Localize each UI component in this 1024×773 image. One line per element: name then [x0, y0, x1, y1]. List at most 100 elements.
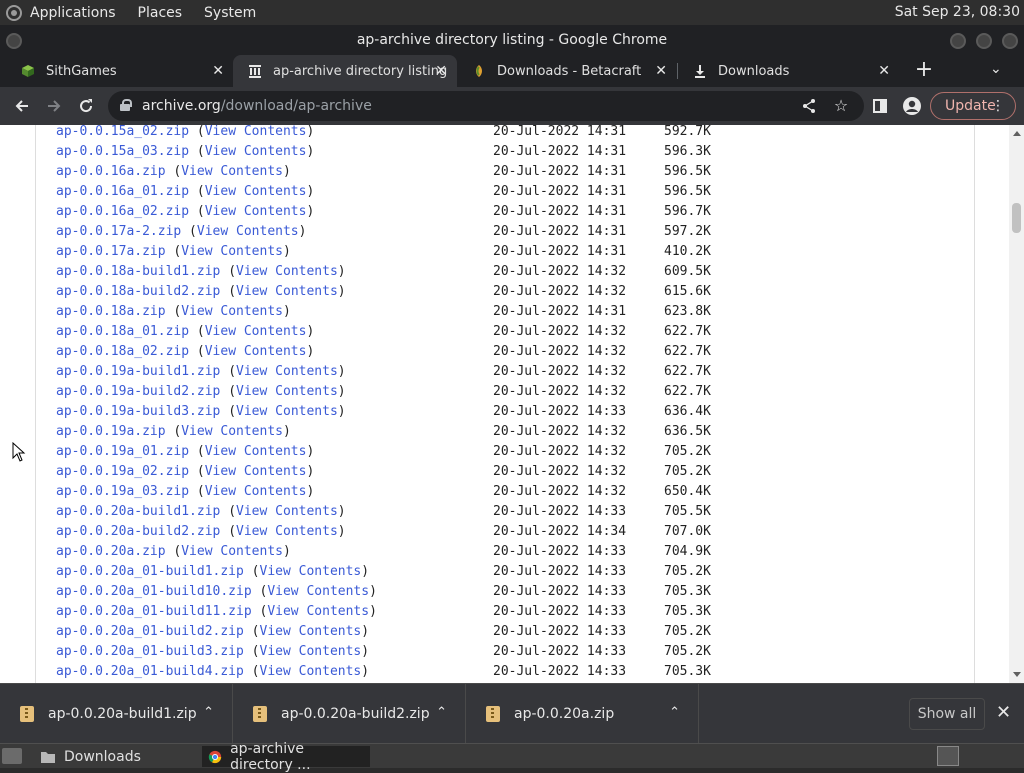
tab-betacraft[interactable]: Downloads - Betacraft ✕ [457, 55, 677, 87]
window-titlebar[interactable]: ap-archive directory listing - Google Ch… [0, 25, 1024, 55]
view-contents-link[interactable]: View Contents [205, 324, 307, 339]
scroll-up-arrow-icon[interactable] [1013, 131, 1021, 136]
clock[interactable]: Sat Sep 23, 08:30 [895, 4, 1020, 20]
close-tab-icon[interactable]: ✕ [655, 63, 667, 79]
view-contents-link[interactable]: View Contents [236, 264, 338, 279]
file-link[interactable]: ap-0.0.20a-build2.zip [56, 524, 220, 539]
view-contents-link[interactable]: View Contents [205, 125, 307, 139]
view-contents-link[interactable]: View Contents [260, 624, 362, 639]
view-contents-link[interactable]: View Contents [236, 284, 338, 299]
tab-sithgames[interactable]: SithGames ✕ [6, 55, 234, 87]
view-contents-link[interactable]: View Contents [205, 144, 307, 159]
download-item[interactable]: ap-0.0.20a.zip ⌃ [466, 684, 699, 744]
close-window-icon[interactable] [1002, 33, 1018, 49]
view-contents-link[interactable]: View Contents [260, 664, 362, 679]
close-shelf-icon[interactable]: ✕ [996, 702, 1011, 723]
file-link[interactable]: ap-0.0.17a-2.zip [56, 224, 181, 239]
file-link[interactable]: ap-0.0.15a_03.zip [56, 144, 189, 159]
file-link[interactable]: ap-0.0.19a_01.zip [56, 444, 189, 459]
view-contents-link[interactable]: View Contents [197, 224, 299, 239]
chevron-up-icon[interactable]: ⌃ [203, 705, 214, 720]
view-contents-link[interactable]: View Contents [181, 544, 283, 559]
share-icon[interactable] [798, 95, 820, 117]
file-link[interactable]: ap-0.0.16a_02.zip [56, 204, 189, 219]
file-link[interactable]: ap-0.0.19a_03.zip [56, 484, 189, 499]
file-link[interactable]: ap-0.0.16a.zip [56, 164, 166, 179]
file-link[interactable]: ap-0.0.18a-build2.zip [56, 284, 220, 299]
task-downloads[interactable]: Downloads [34, 746, 202, 767]
chevron-up-icon[interactable]: ⌃ [669, 705, 680, 720]
file-link[interactable]: ap-0.0.19a-build1.zip [56, 364, 220, 379]
file-link[interactable]: ap-0.0.20a-build1.zip [56, 504, 220, 519]
download-item[interactable]: ap-0.0.20a-build1.zip ⌃ [0, 684, 233, 744]
file-link[interactable]: ap-0.0.18a-build1.zip [56, 264, 220, 279]
view-contents-link[interactable]: View Contents [267, 584, 369, 599]
tab-search-chevron-down-icon[interactable]: ⌄ [990, 61, 1002, 77]
file-link[interactable]: ap-0.0.20a_01-build4.zip [56, 664, 244, 679]
tab-downloads[interactable]: Downloads ✕ [678, 55, 900, 87]
show-all-button[interactable]: Show all [909, 698, 985, 730]
scroll-down-arrow-icon[interactable] [1013, 672, 1021, 677]
view-contents-link[interactable]: View Contents [205, 444, 307, 459]
side-panel-icon[interactable] [869, 95, 891, 117]
file-link[interactable]: ap-0.0.18a_02.zip [56, 344, 189, 359]
view-contents-link[interactable]: View Contents [236, 404, 338, 419]
file-link[interactable]: ap-0.0.19a_02.zip [56, 464, 189, 479]
view-contents-link[interactable]: View Contents [236, 364, 338, 379]
view-contents-link[interactable]: View Contents [260, 564, 362, 579]
file-link[interactable]: ap-0.0.20a_01-build3.zip [56, 644, 244, 659]
file-link[interactable]: ap-0.0.15a_02.zip [56, 125, 189, 139]
view-contents-link[interactable]: View Contents [181, 164, 283, 179]
new-tab-plus-icon[interactable]: + [912, 59, 936, 83]
file-link[interactable]: ap-0.0.18a.zip [56, 304, 166, 319]
file-link[interactable]: ap-0.0.19a-build2.zip [56, 384, 220, 399]
distro-logo-icon[interactable] [6, 4, 22, 21]
file-link[interactable]: ap-0.0.17a.zip [56, 244, 166, 259]
file-link[interactable]: ap-0.0.19a-build3.zip [56, 404, 220, 419]
maximize-icon[interactable] [976, 33, 992, 49]
update-button[interactable]: Update ⋮ [930, 92, 1016, 120]
view-contents-link[interactable]: View Contents [205, 344, 307, 359]
bookmark-star-icon[interactable]: ☆ [830, 95, 852, 117]
file-link[interactable]: ap-0.0.20a_01-build2.zip [56, 624, 244, 639]
menu-applications[interactable]: Applications [30, 5, 116, 21]
menu-places[interactable]: Places [138, 5, 183, 21]
reload-icon[interactable] [74, 94, 98, 118]
forward-arrow-icon[interactable] [42, 94, 66, 118]
file-link[interactable]: ap-0.0.16a_01.zip [56, 184, 189, 199]
close-tab-icon[interactable]: ✕ [878, 63, 890, 79]
view-contents-link[interactable]: View Contents [260, 644, 362, 659]
view-contents-link[interactable]: View Contents [205, 484, 307, 499]
file-link[interactable]: ap-0.0.19a.zip [56, 424, 166, 439]
back-arrow-icon[interactable] [10, 94, 34, 118]
view-contents-link[interactable]: View Contents [205, 464, 307, 479]
minimize-icon[interactable] [950, 33, 966, 49]
menu-system[interactable]: System [204, 5, 256, 21]
file-link[interactable]: ap-0.0.20a_01-build10.zip [56, 584, 252, 599]
view-contents-link[interactable]: View Contents [267, 604, 369, 619]
scrollbar-thumb[interactable] [1012, 203, 1021, 233]
view-contents-link[interactable]: View Contents [181, 424, 283, 439]
tab-ap-archive[interactable]: ap-archive directory listing ✕ [233, 55, 457, 87]
view-contents-link[interactable]: View Contents [205, 184, 307, 199]
view-contents-link[interactable]: View Contents [236, 384, 338, 399]
close-tab-icon[interactable]: ✕ [212, 63, 224, 79]
file-link[interactable]: ap-0.0.18a_01.zip [56, 324, 189, 339]
view-contents-link[interactable]: View Contents [181, 244, 283, 259]
tray-chrome-icon[interactable] [937, 746, 959, 766]
file-link[interactable]: ap-0.0.20a.zip [56, 544, 166, 559]
download-item[interactable]: ap-0.0.20a-build2.zip ⌃ [233, 684, 466, 744]
file-link[interactable]: ap-0.0.20a_01-build11.zip [56, 604, 252, 619]
view-contents-link[interactable]: View Contents [181, 304, 283, 319]
more-vertical-icon[interactable]: ⋮ [991, 93, 1005, 119]
chevron-up-icon[interactable]: ⌃ [436, 705, 447, 720]
task-chrome[interactable]: ap-archive directory ... [202, 741, 370, 773]
file-link[interactable]: ap-0.0.20a_01-build1.zip [56, 564, 244, 579]
profile-avatar-icon[interactable] [901, 95, 923, 117]
address-bar[interactable]: archive.org/download/ap-archive [108, 91, 864, 121]
view-contents-link[interactable]: View Contents [236, 504, 338, 519]
window-menu-icon[interactable] [6, 33, 22, 49]
show-desktop-icon[interactable] [2, 748, 22, 764]
view-contents-link[interactable]: View Contents [236, 524, 338, 539]
lock-icon[interactable] [120, 99, 132, 111]
